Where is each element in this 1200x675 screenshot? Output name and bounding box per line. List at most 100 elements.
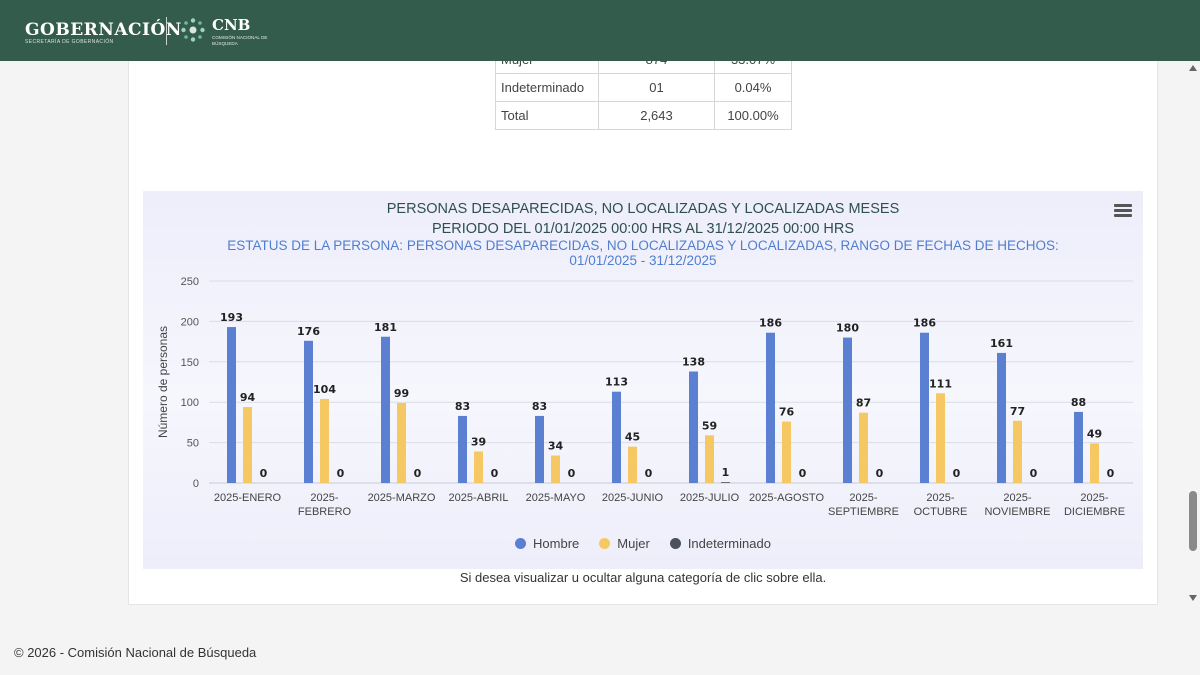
- x-tick-label: 2025-OCTUBRE: [914, 492, 968, 518]
- y-tick-label: 150: [181, 357, 199, 369]
- bar-hombre[interactable]: [227, 327, 236, 483]
- legend-item-hombre[interactable]: Hombre: [515, 536, 579, 551]
- data-label: 104: [313, 383, 336, 396]
- data-label: 176: [297, 325, 320, 338]
- data-label: 0: [337, 467, 345, 480]
- legend-dot-icon: [669, 538, 681, 549]
- bar-hombre[interactable]: [689, 371, 698, 483]
- legend-item-indeterminado[interactable]: Indeterminado: [669, 536, 771, 551]
- y-tick-label: 200: [181, 316, 199, 328]
- x-tick-label: 2025-MARZO: [368, 492, 436, 504]
- y-tick-label: 250: [181, 276, 199, 288]
- bar-hombre[interactable]: [381, 336, 390, 483]
- data-label: 83: [455, 400, 470, 413]
- data-label: 113: [605, 376, 628, 389]
- scrollbar-thumb[interactable]: [1189, 491, 1197, 551]
- data-label: 186: [913, 317, 936, 330]
- y-axis-label: Número de personas: [156, 326, 170, 438]
- bar-chart-plot: 050100150200250Número de personas1939402…: [156, 276, 1133, 518]
- data-label: 0: [414, 467, 422, 480]
- table-cell-count: 01: [598, 73, 715, 102]
- chart-container: PERSONAS DESAPARECIDAS, NO LOCALIZADAS Y…: [143, 191, 1143, 569]
- header-divider: [166, 17, 167, 45]
- cnb-emblem-icon[interactable]: [180, 17, 206, 43]
- bar-hombre[interactable]: [920, 332, 929, 483]
- site-footer: © 2026 - Comisión Nacional de Búsqueda: [0, 612, 1200, 675]
- bar-mujer[interactable]: [628, 446, 637, 483]
- chart-hint-text: Si desea visualizar u ocultar alguna cat…: [459, 570, 827, 585]
- scroll-down-arrow-icon[interactable]: [1189, 595, 1197, 601]
- bar-mujer[interactable]: [243, 407, 252, 483]
- gobernacion-logo-title[interactable]: GOBERNACIÓN: [25, 20, 182, 40]
- data-label: 0: [953, 467, 961, 480]
- summary-table: Mujer87433.07%Indeterminado010.04%Total2…: [495, 61, 792, 130]
- bar-hombre[interactable]: [843, 337, 852, 483]
- data-label: 193: [220, 311, 243, 324]
- data-label: 0: [1030, 467, 1038, 480]
- x-tick-label: 2025-JULIO: [680, 492, 740, 504]
- bar-indeterminado[interactable]: [721, 482, 730, 483]
- table-cell-percent: 100.00%: [714, 101, 792, 130]
- legend-item-mujer[interactable]: Mujer: [599, 536, 650, 551]
- table-row: Total 2,643 100.00%: [495, 101, 792, 130]
- site-header: GOBERNACIÓN SECRETARÍA DE GOBERNACIÓN CN…: [0, 0, 1200, 61]
- bar-mujer[interactable]: [782, 421, 791, 483]
- table-cell-label: Mujer: [495, 61, 599, 74]
- bar-mujer[interactable]: [859, 412, 868, 483]
- bar-mujer[interactable]: [1090, 443, 1099, 483]
- data-label: 59: [702, 419, 717, 432]
- table-cell-percent: 33.07%: [714, 61, 792, 74]
- bar-mujer[interactable]: [1013, 420, 1022, 483]
- data-label: 180: [836, 322, 859, 335]
- bar-hombre[interactable]: [997, 352, 1006, 483]
- bar-hombre[interactable]: [766, 332, 775, 483]
- data-label: 76: [779, 406, 795, 419]
- data-label: 0: [876, 467, 884, 480]
- legend-label: Indeterminado: [687, 536, 771, 551]
- data-label: 111: [929, 377, 952, 390]
- x-tick-label: 2025-NOVIEMBRE: [984, 492, 1050, 518]
- data-label: 1: [722, 466, 730, 479]
- bar-mujer[interactable]: [320, 398, 329, 483]
- bar-hombre[interactable]: [304, 340, 313, 483]
- bar-mujer[interactable]: [474, 451, 483, 483]
- x-tick-label: 2025-DICIEMBRE: [1064, 492, 1125, 518]
- bar-mujer[interactable]: [705, 435, 714, 483]
- bar-hombre[interactable]: [612, 391, 621, 483]
- x-tick-label: 2025-ABRIL: [449, 492, 509, 504]
- page-scrollbar[interactable]: [1186, 61, 1200, 606]
- table-row: Indeterminado 01 0.04%: [495, 73, 792, 102]
- x-tick-label: 2025-ENERO: [214, 492, 282, 504]
- data-label: 83: [532, 400, 547, 413]
- data-label: 0: [568, 467, 576, 480]
- data-label: 181: [374, 321, 397, 334]
- legend-dot-icon: [599, 538, 611, 549]
- bar-mujer[interactable]: [936, 393, 945, 483]
- data-label: 49: [1087, 427, 1102, 440]
- table-cell-label: Total: [495, 101, 599, 130]
- table-cell-label: Indeterminado: [495, 73, 599, 102]
- legend-label: Hombre: [533, 536, 580, 551]
- bar-hombre[interactable]: [535, 415, 544, 483]
- bar-mujer[interactable]: [397, 403, 406, 483]
- table-cell-count: 874: [598, 61, 715, 74]
- bar-hombre[interactable]: [1074, 411, 1083, 483]
- content-card: Mujer87433.07%Indeterminado010.04%Total2…: [128, 61, 1158, 605]
- data-label: 0: [1107, 467, 1115, 480]
- data-label: 39: [471, 435, 486, 448]
- data-label: 138: [682, 355, 705, 368]
- data-label: 99: [394, 387, 409, 400]
- footer-copyright: © 2026 - Comisión Nacional de Búsqueda: [14, 645, 257, 660]
- data-label: 34: [548, 440, 564, 453]
- bar-hombre[interactable]: [458, 415, 467, 483]
- x-tick-label: 2025-AGOSTO: [749, 492, 824, 504]
- x-tick-label: 2025-JUNIO: [602, 492, 664, 504]
- cnb-logo-title[interactable]: CNB: [212, 16, 250, 34]
- bar-mujer[interactable]: [551, 455, 560, 483]
- legend-dot-icon: [515, 538, 527, 549]
- table-cell-percent: 0.04%: [714, 73, 792, 102]
- x-tick-label: 2025-FEBRERO: [298, 492, 352, 518]
- table-row: Mujer87433.07%: [495, 61, 792, 74]
- scroll-up-arrow-icon[interactable]: [1189, 65, 1197, 71]
- data-label: 0: [799, 467, 807, 480]
